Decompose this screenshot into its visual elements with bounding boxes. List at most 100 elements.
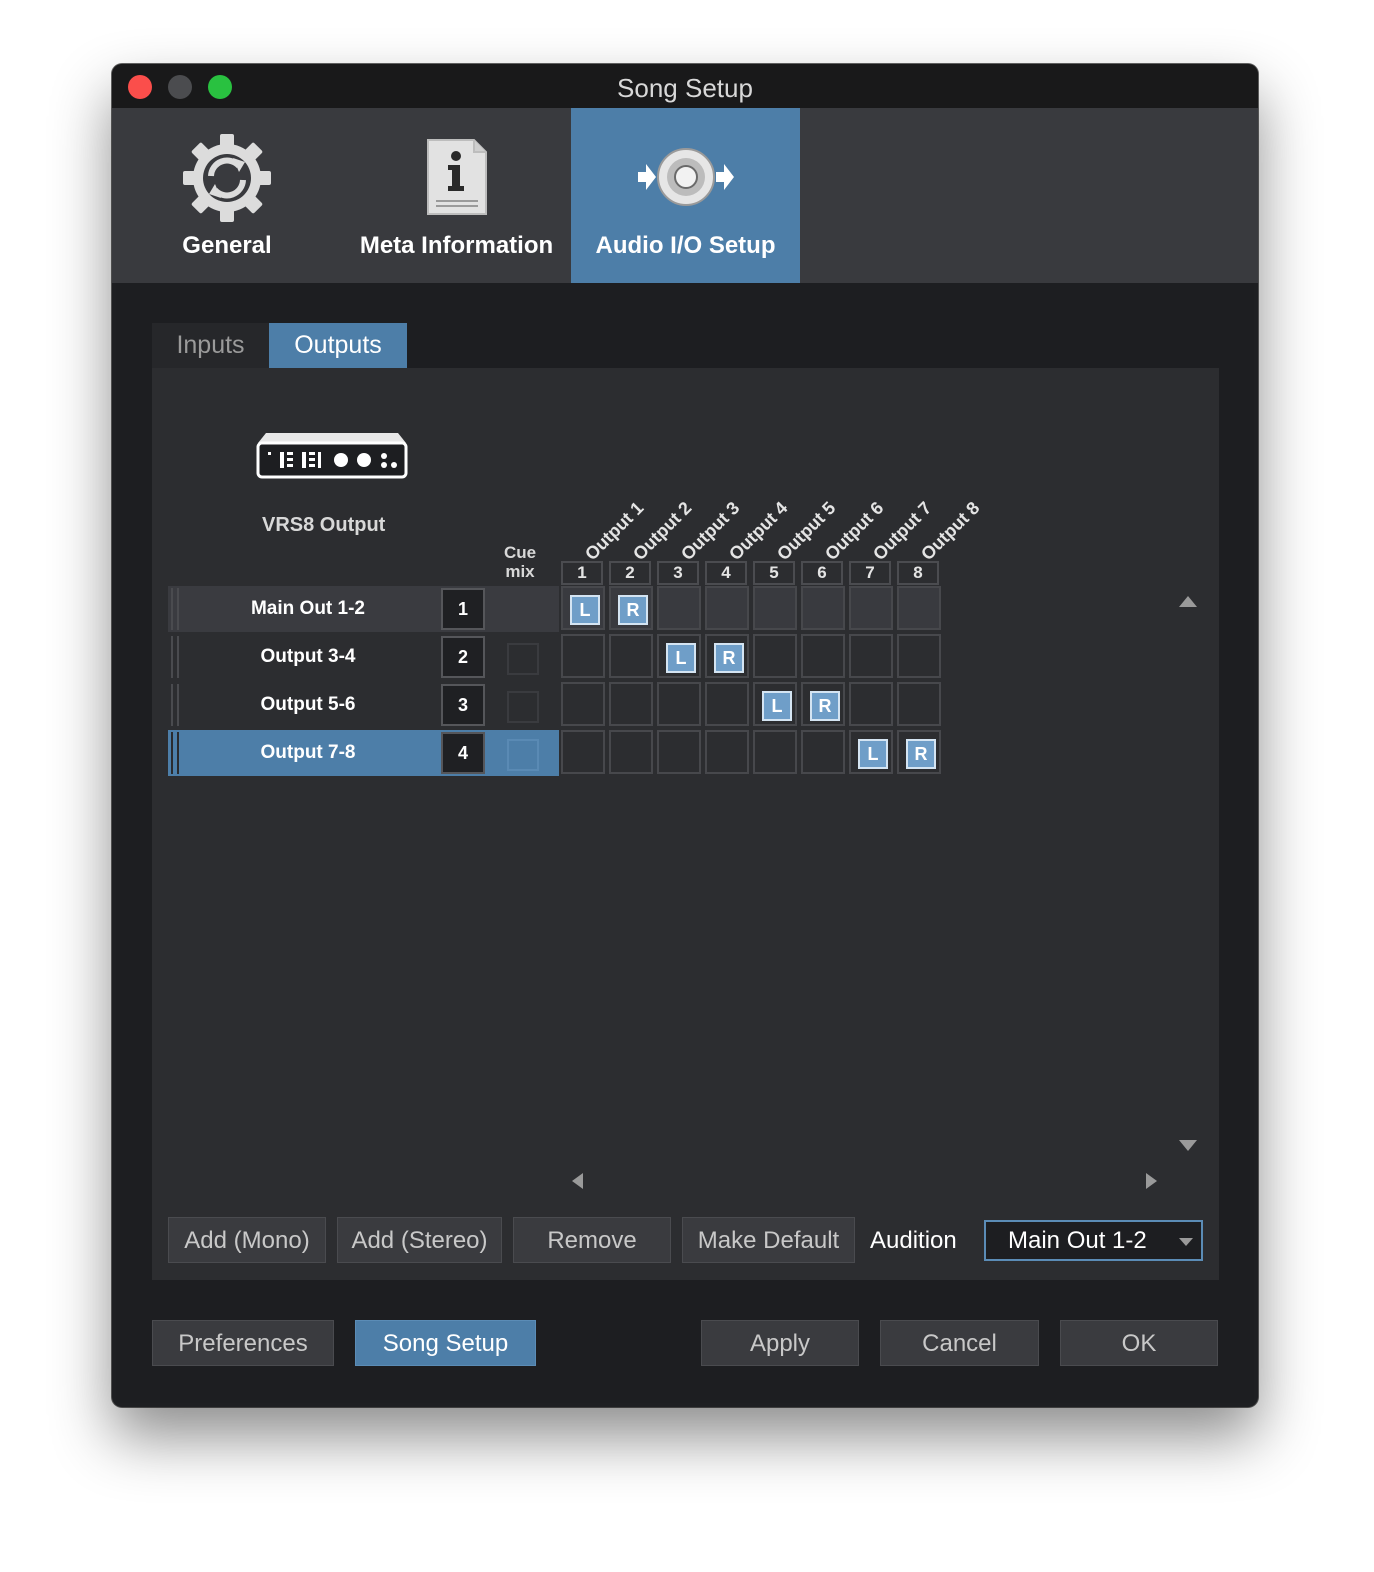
- routing-cell[interactable]: [753, 730, 797, 774]
- output-row-name[interactable]: Main Out 1-2: [228, 586, 388, 632]
- routing-cell[interactable]: [561, 730, 605, 774]
- ok-button[interactable]: OK: [1060, 1320, 1218, 1366]
- row-drag-handle[interactable]: [171, 588, 179, 630]
- remove-button[interactable]: Remove: [513, 1217, 671, 1263]
- routing-cell[interactable]: R: [897, 730, 941, 774]
- routing-cell[interactable]: [897, 586, 941, 630]
- channel-header-number: 3: [657, 561, 699, 585]
- scroll-down-arrow[interactable]: [1179, 1140, 1197, 1151]
- tab-meta-information[interactable]: Meta Information: [342, 108, 571, 283]
- audition-label: Audition: [870, 1227, 957, 1254]
- tab-outputs[interactable]: Outputs: [269, 323, 407, 368]
- tab-general[interactable]: General: [112, 108, 342, 283]
- routing-cell[interactable]: R: [801, 682, 845, 726]
- output-row-number: 2: [441, 636, 485, 678]
- output-row-number: 4: [441, 732, 485, 774]
- audition-select-value: Main Out 1-2: [1008, 1227, 1147, 1254]
- routing-cell[interactable]: [849, 634, 893, 678]
- routing-cell[interactable]: L: [753, 682, 797, 726]
- channel-header-number: 5: [753, 561, 795, 585]
- output-row-number: 1: [441, 588, 485, 630]
- device-name: VRS8 Output: [262, 514, 386, 536]
- scroll-up-arrow[interactable]: [1179, 596, 1197, 607]
- channel-header-number: 6: [801, 561, 843, 585]
- apply-button[interactable]: Apply: [701, 1320, 859, 1366]
- routing-cell[interactable]: [753, 634, 797, 678]
- channel-header-number: 1: [561, 561, 603, 585]
- info-document-icon: [426, 139, 487, 215]
- setup-category-bar: General Meta Information Audio I/O Setup: [112, 108, 1258, 283]
- song-setup-button[interactable]: Song Setup: [355, 1320, 536, 1366]
- cancel-button[interactable]: Cancel: [880, 1320, 1039, 1366]
- add-mono-button[interactable]: Add (Mono): [168, 1217, 326, 1263]
- routing-cell[interactable]: [705, 682, 749, 726]
- output-row-name[interactable]: Output 5-6: [228, 682, 388, 728]
- routing-cell[interactable]: [753, 586, 797, 630]
- routing-cell[interactable]: R: [609, 586, 653, 630]
- routing-cell[interactable]: [801, 634, 845, 678]
- output-row-name[interactable]: Output 7-8: [228, 730, 388, 776]
- speaker-io-icon: [637, 148, 734, 206]
- routing-cell[interactable]: [705, 586, 749, 630]
- output-row[interactable]: Main Out 1-2 1: [168, 586, 559, 632]
- tab-audio-io-setup[interactable]: Audio I/O Setup: [571, 108, 800, 283]
- output-row[interactable]: Output 5-6 3: [168, 682, 559, 728]
- routing-cell[interactable]: [609, 682, 653, 726]
- routing-cell[interactable]: L: [561, 586, 605, 630]
- routing-cell[interactable]: [849, 682, 893, 726]
- audio-interface-icon: [256, 433, 408, 479]
- routing-cell[interactable]: L: [657, 634, 701, 678]
- cue-mix-header-line-2: mix: [505, 562, 535, 581]
- channel-header-number: 4: [705, 561, 747, 585]
- tab-inputs[interactable]: Inputs: [152, 323, 269, 368]
- cue-mix-header-line-1: Cue: [503, 543, 537, 562]
- scroll-left-arrow[interactable]: [572, 1173, 583, 1189]
- scroll-right-arrow[interactable]: [1146, 1173, 1157, 1189]
- gear-refresh-icon: [183, 134, 271, 222]
- routing-cell[interactable]: [657, 730, 701, 774]
- routing-cell[interactable]: [657, 682, 701, 726]
- routing-cell[interactable]: [561, 634, 605, 678]
- routing-cell[interactable]: [609, 730, 653, 774]
- output-row[interactable]: Output 3-4 2: [168, 634, 559, 680]
- routing-cell[interactable]: [897, 682, 941, 726]
- row-drag-handle[interactable]: [171, 636, 179, 678]
- right-channel-badge: R: [906, 739, 936, 769]
- cue-mix-checkbox[interactable]: [507, 643, 539, 675]
- routing-cell[interactable]: [801, 730, 845, 774]
- left-channel-badge: L: [762, 691, 792, 721]
- routing-cell[interactable]: [657, 586, 701, 630]
- title-bar: Song Setup: [112, 64, 1258, 108]
- channel-header-number: 8: [897, 561, 939, 585]
- add-stereo-button[interactable]: Add (Stereo): [337, 1217, 502, 1263]
- routing-cell[interactable]: [705, 730, 749, 774]
- left-channel-badge: L: [858, 739, 888, 769]
- routing-cell[interactable]: L: [849, 730, 893, 774]
- tab-audio-io-setup-label: Audio I/O Setup: [595, 232, 776, 259]
- cue-mix-checkbox[interactable]: [507, 691, 539, 723]
- row-drag-handle[interactable]: [171, 684, 179, 726]
- right-channel-badge: R: [618, 595, 648, 625]
- left-channel-badge: L: [666, 643, 696, 673]
- row-drag-handle[interactable]: [171, 732, 179, 774]
- left-channel-badge: L: [570, 595, 600, 625]
- preferences-button[interactable]: Preferences: [152, 1320, 334, 1366]
- right-channel-badge: R: [714, 643, 744, 673]
- output-row-name[interactable]: Output 3-4: [228, 634, 388, 680]
- output-row[interactable]: Output 7-8 4: [168, 730, 559, 776]
- tab-general-label: General: [182, 232, 272, 259]
- routing-cell[interactable]: [897, 634, 941, 678]
- routing-cell[interactable]: [561, 682, 605, 726]
- output-row-number: 3: [441, 684, 485, 726]
- routing-cell[interactable]: [609, 634, 653, 678]
- routing-cell[interactable]: [801, 586, 845, 630]
- cue-mix-checkbox[interactable]: [507, 739, 539, 771]
- routing-cell[interactable]: R: [705, 634, 749, 678]
- window-title: Song Setup: [617, 73, 753, 103]
- audition-select[interactable]: Main Out 1-2: [984, 1220, 1203, 1261]
- make-default-button[interactable]: Make Default: [682, 1217, 855, 1263]
- channel-header-number: 7: [849, 561, 891, 585]
- chevron-down-icon: [1179, 1238, 1193, 1246]
- routing-cell[interactable]: [849, 586, 893, 630]
- right-channel-badge: R: [810, 691, 840, 721]
